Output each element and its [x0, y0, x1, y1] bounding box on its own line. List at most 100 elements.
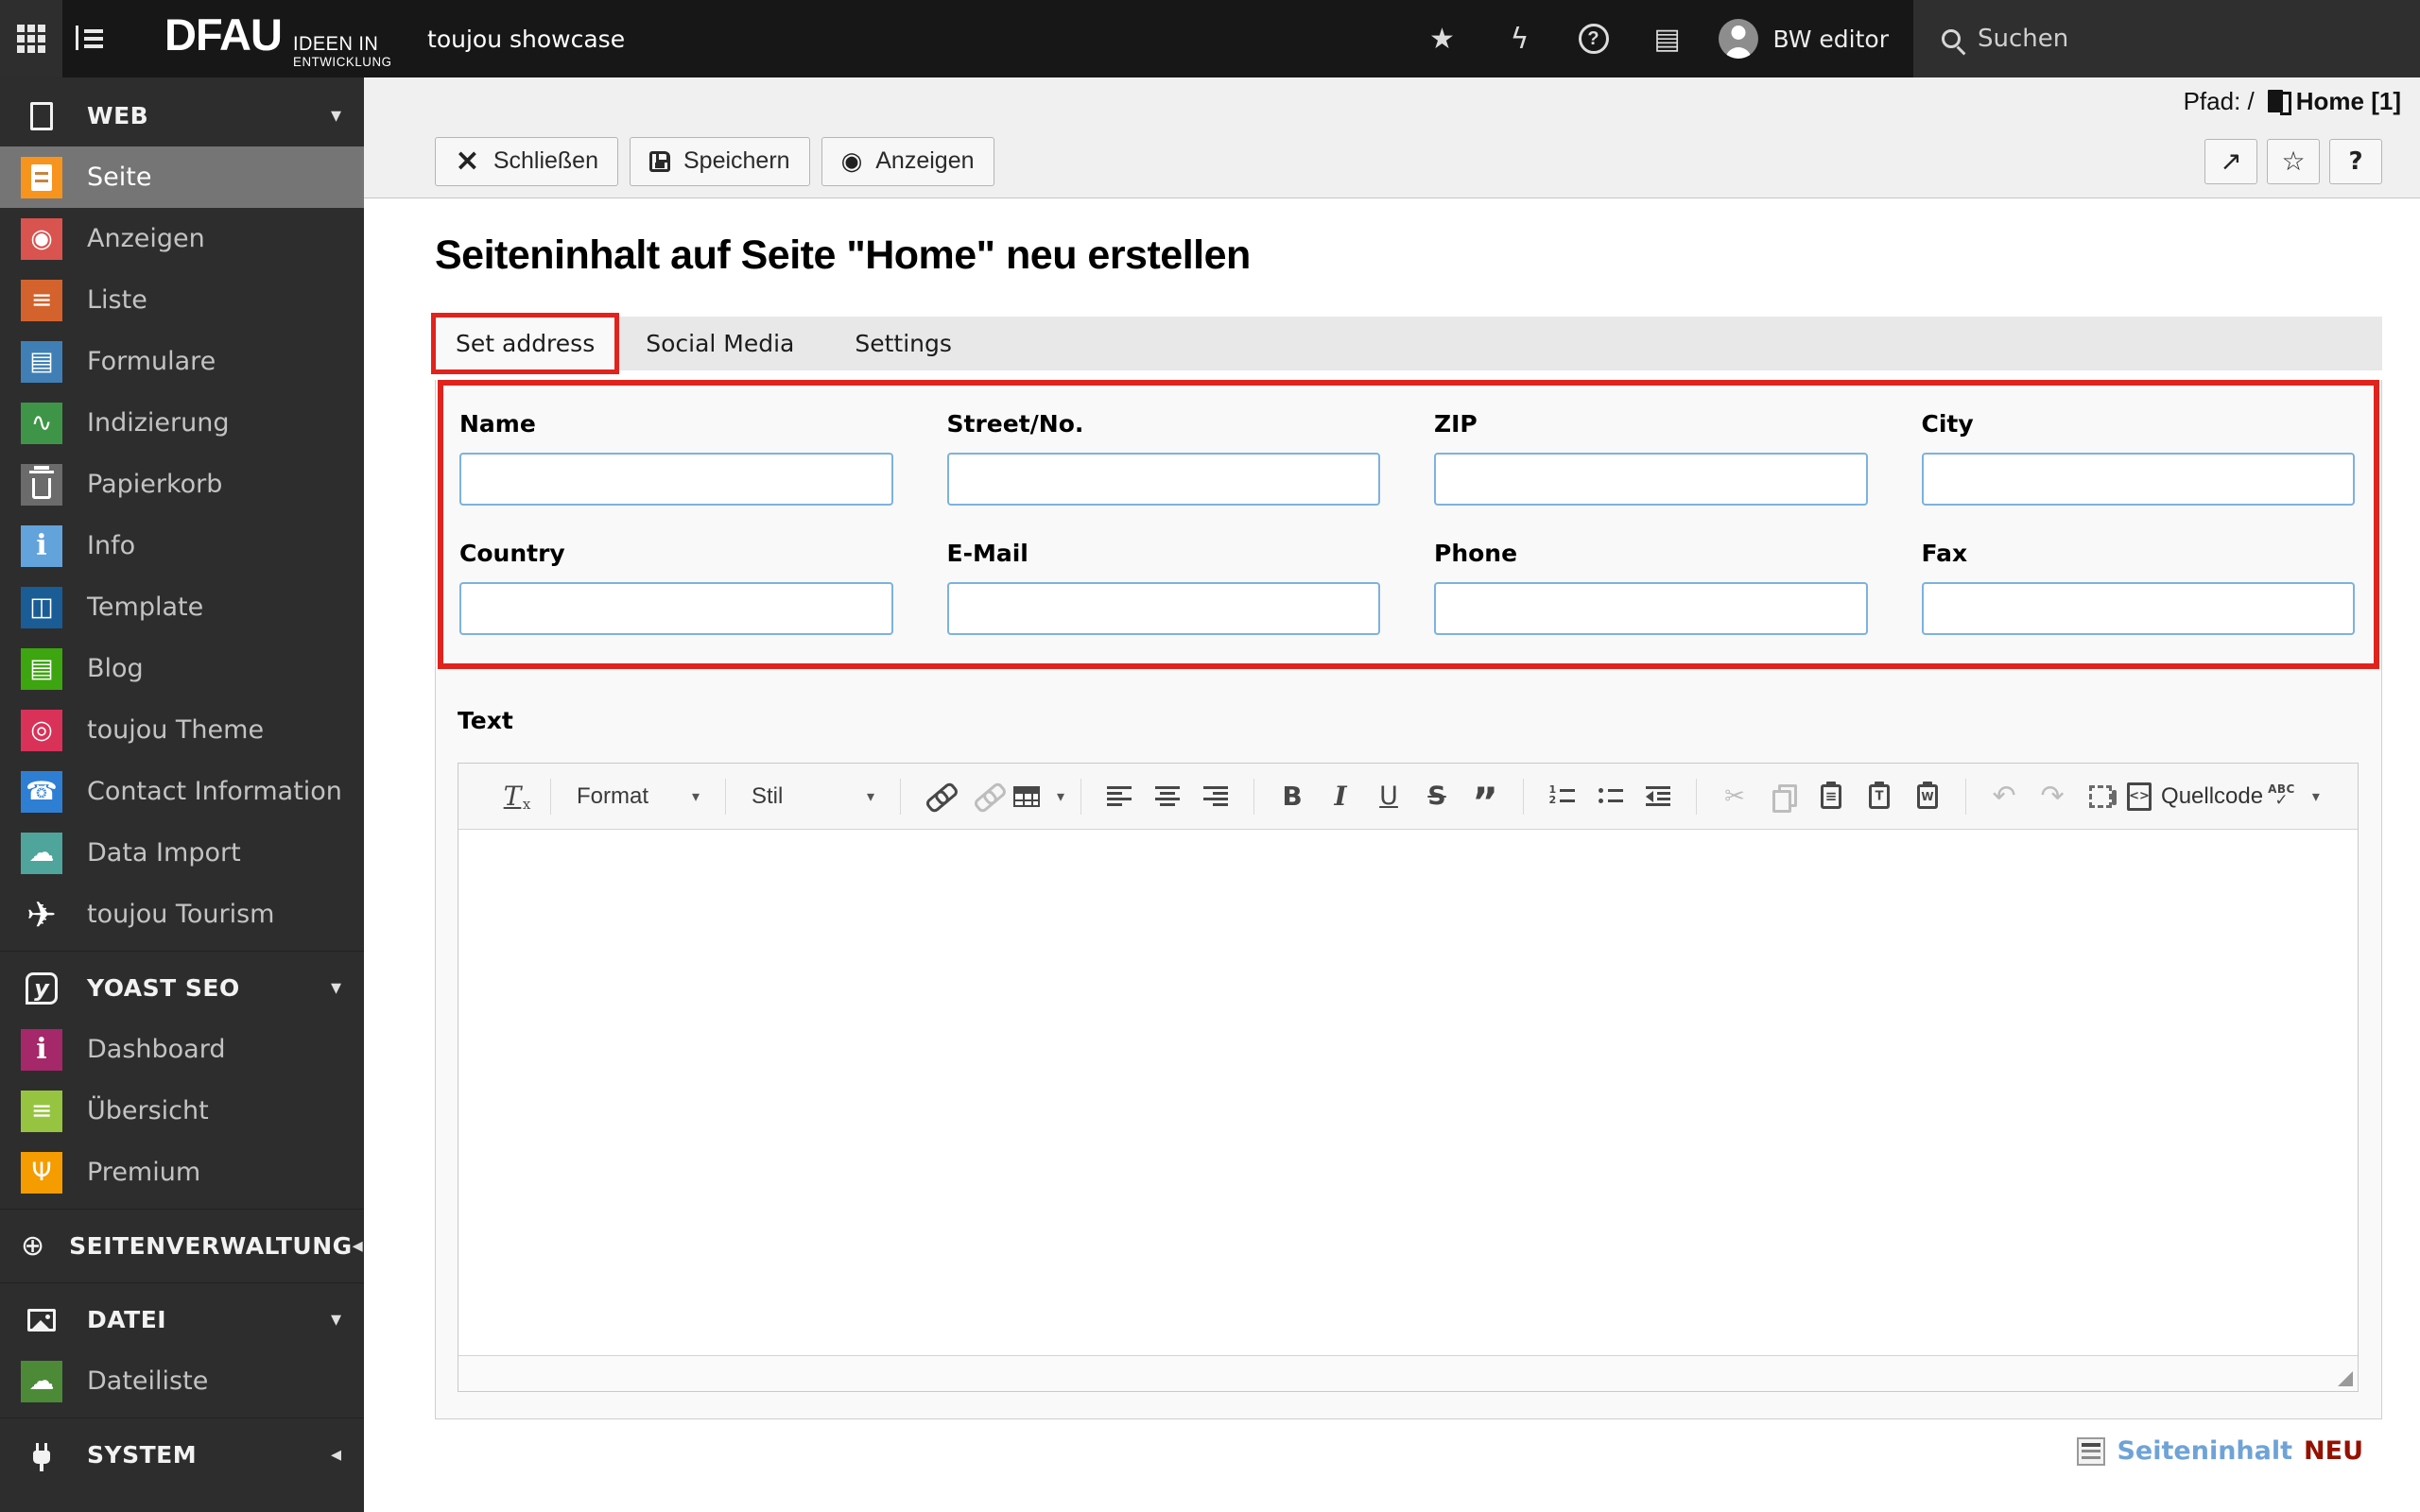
- sidebar-item-toujou-tourism[interactable]: ✈ toujou Tourism: [0, 884, 364, 945]
- sidebar-item-formulare[interactable]: ▤ Formulare: [0, 331, 364, 392]
- toolbar-div-container-button[interactable]: [2079, 774, 2122, 819]
- field-input-city[interactable]: [1921, 453, 2355, 506]
- toolbar-redo-button[interactable]: ↷: [2031, 774, 2074, 819]
- field-fax: Fax: [1921, 540, 2355, 635]
- toolbar-unlink-button[interactable]: [965, 774, 1009, 819]
- toolbar-remove-format-button[interactable]: T: [491, 774, 534, 819]
- toolbar-align-center-button[interactable]: [1146, 774, 1189, 819]
- field-input-name[interactable]: [459, 453, 893, 506]
- globe-icon: ⊕: [21, 1229, 45, 1263]
- indizierung-icon: ∿: [30, 408, 53, 438]
- bookmark-star-icon[interactable]: ★: [1424, 23, 1461, 56]
- toolbar-paste-text-button[interactable]: [1858, 774, 1901, 819]
- sidebar-item-template[interactable]: ◫ Template: [0, 576, 364, 638]
- schlie-en-button[interactable]: × Schließen: [435, 136, 618, 186]
- open-in-new-window-button[interactable]: ↗: [2204, 138, 2257, 184]
- sidebar-item-anzeigen[interactable]: ◉ Anzeigen: [0, 208, 364, 269]
- toolbar-strikethrough-button[interactable]: S: [1415, 774, 1459, 819]
- anzeigen-button[interactable]: ◉ Anzeigen: [821, 136, 994, 186]
- field-input-e-mail[interactable]: [946, 582, 1380, 635]
- info-icon: i: [36, 528, 47, 562]
- sidebar-item-label: toujou Tourism: [87, 900, 275, 929]
- sidebar-header-seitenverwaltung[interactable]: ⊕ SEITENVERWALTUNG ◂: [0, 1215, 364, 1277]
- toolbar-align-right-button[interactable]: [1194, 774, 1237, 819]
- toolbar-underline-button[interactable]: U: [1367, 774, 1410, 819]
- toolbar-source-button[interactable]: <> Quellcode: [2127, 774, 2263, 819]
- rte-content[interactable]: [458, 830, 2358, 1355]
- sidebar-item-seite[interactable]: Seite: [0, 146, 364, 208]
- button-label: Anzeigen: [875, 147, 975, 174]
- toolbar-indent-button[interactable]: [1636, 774, 1680, 819]
- sidebar-header-datei[interactable]: DATEI ▾: [0, 1289, 364, 1350]
- search-input[interactable]: [1978, 25, 2375, 53]
- sidebar-item-bersicht[interactable]: ≡ Übersicht: [0, 1080, 364, 1142]
- resize-handle[interactable]: [2338, 1371, 2353, 1386]
- bookmark-button[interactable]: ☆: [2267, 138, 2320, 184]
- toolbar-spellcheck-button[interactable]: ABC ✓ ▾: [2268, 774, 2320, 819]
- module-icon-box: ≡: [21, 1090, 62, 1132]
- module-icon-box: ∿: [21, 402, 62, 444]
- module-menu-button[interactable]: [0, 0, 62, 77]
- sidebar-item-label: Anzeigen: [87, 224, 205, 253]
- sidebar-item-liste[interactable]: ≡ Liste: [0, 269, 364, 331]
- clear-cache-bolt-icon[interactable]: ϟ: [1501, 23, 1539, 56]
- sidebar-item-dashboard[interactable]: i Dashboard: [0, 1019, 364, 1080]
- doc-header: Pfad: / Home [1] × Schließen Speichern ◉ Anz…: [364, 77, 2420, 198]
- tab-set-address[interactable]: Set address: [430, 313, 620, 374]
- source-label: Quellcode: [2161, 782, 2264, 809]
- sidebar-item-data-import[interactable]: ☁ Data Import: [0, 822, 364, 884]
- field-street-no: Street/No.: [946, 410, 1380, 506]
- toolbar-bullet-list-button[interactable]: [1588, 774, 1632, 819]
- sidebar-item-premium[interactable]: Ψ Premium: [0, 1142, 364, 1203]
- toolbar-link-button[interactable]: [917, 774, 960, 819]
- external-link-icon: ↗: [2220, 146, 2242, 177]
- sidebar-item-label: Contact Information: [87, 777, 342, 806]
- toolbar-undo-button[interactable]: ↶: [1982, 774, 2026, 819]
- tab-settings[interactable]: Settings: [824, 317, 982, 370]
- sidebar-item-dateiliste[interactable]: ☁ Dateiliste: [0, 1350, 364, 1412]
- sidebar-item-papierkorb[interactable]: Papierkorb: [0, 454, 364, 515]
- toolbar-bold-button[interactable]: B: [1270, 774, 1314, 819]
- pagetree-toggle-button[interactable]: [62, 0, 125, 77]
- chevron-left-icon: ◂: [352, 1234, 363, 1258]
- toolbar-align-left-button[interactable]: [1098, 774, 1141, 819]
- help-icon[interactable]: ?: [1578, 24, 1609, 54]
- speichern-button[interactable]: Speichern: [629, 136, 810, 186]
- field-input-zip[interactable]: [1434, 453, 1868, 506]
- toolbar-blockquote-button[interactable]: ”: [1463, 774, 1507, 821]
- field-input-fax[interactable]: [1921, 582, 2355, 635]
- sidebar-item-contact-information[interactable]: ☎ Contact Information: [0, 761, 364, 822]
- toolbar-italic-button[interactable]: I: [1319, 774, 1362, 819]
- toolbar-copy-button[interactable]: [1761, 774, 1805, 819]
- source-code-icon: <>: [2127, 782, 2152, 811]
- anzeigen-icon: ◉: [30, 224, 53, 253]
- toolbar-cut-button[interactable]: ✂: [1713, 774, 1756, 819]
- numbered-list-icon: [1548, 784, 1575, 806]
- toolbar-paste-word-button[interactable]: [1906, 774, 1949, 819]
- sidebar-item-indizierung[interactable]: ∿ Indizierung: [0, 392, 364, 454]
- toolbar-format-dropdown[interactable]: Format ▾: [567, 774, 709, 819]
- user-menu[interactable]: BW editor: [1718, 19, 1889, 59]
- toolbar-separator: [725, 778, 726, 815]
- field-input-street-no[interactable]: [946, 453, 1380, 506]
- opendocs-icon[interactable]: ▤: [1649, 23, 1686, 56]
- toolbar-paste-button[interactable]: [1809, 774, 1853, 819]
- sidebar-item-info[interactable]: i Info: [0, 515, 364, 576]
- field-input-country[interactable]: [459, 582, 893, 635]
- toolbar-numbered-list-button[interactable]: [1540, 774, 1583, 819]
- sidebar-header-label: DATEI: [87, 1306, 167, 1333]
- toolbar-table-button[interactable]: ▾: [1013, 774, 1064, 819]
- sidebar-header-web[interactable]: WEB ▾: [0, 85, 364, 146]
- sidebar-group-system: SYSTEM ◂: [0, 1418, 364, 1486]
- toolbar-style-dropdown[interactable]: Stil ▾: [742, 774, 884, 819]
- sidebar-header-yoast-seo[interactable]: y YOAST SEO ▾: [0, 957, 364, 1019]
- tab-social-media[interactable]: Social Media: [615, 317, 824, 370]
- help-button[interactable]: ?: [2329, 138, 2382, 184]
- path-page: Home [1]: [2295, 86, 2401, 115]
- sidebar-item-toujou-theme[interactable]: ◎ toujou Theme: [0, 699, 364, 761]
- sidebar-header-label: YOAST SEO: [87, 974, 240, 1002]
- sidebar-item-blog[interactable]: ▤ Blog: [0, 638, 364, 699]
- field-input-phone[interactable]: [1434, 582, 1868, 635]
- brand-logo[interactable]: DFAU IDEEN IN ENTWICKLUNG: [164, 9, 397, 69]
- sidebar-header-system[interactable]: SYSTEM ◂: [0, 1424, 364, 1486]
